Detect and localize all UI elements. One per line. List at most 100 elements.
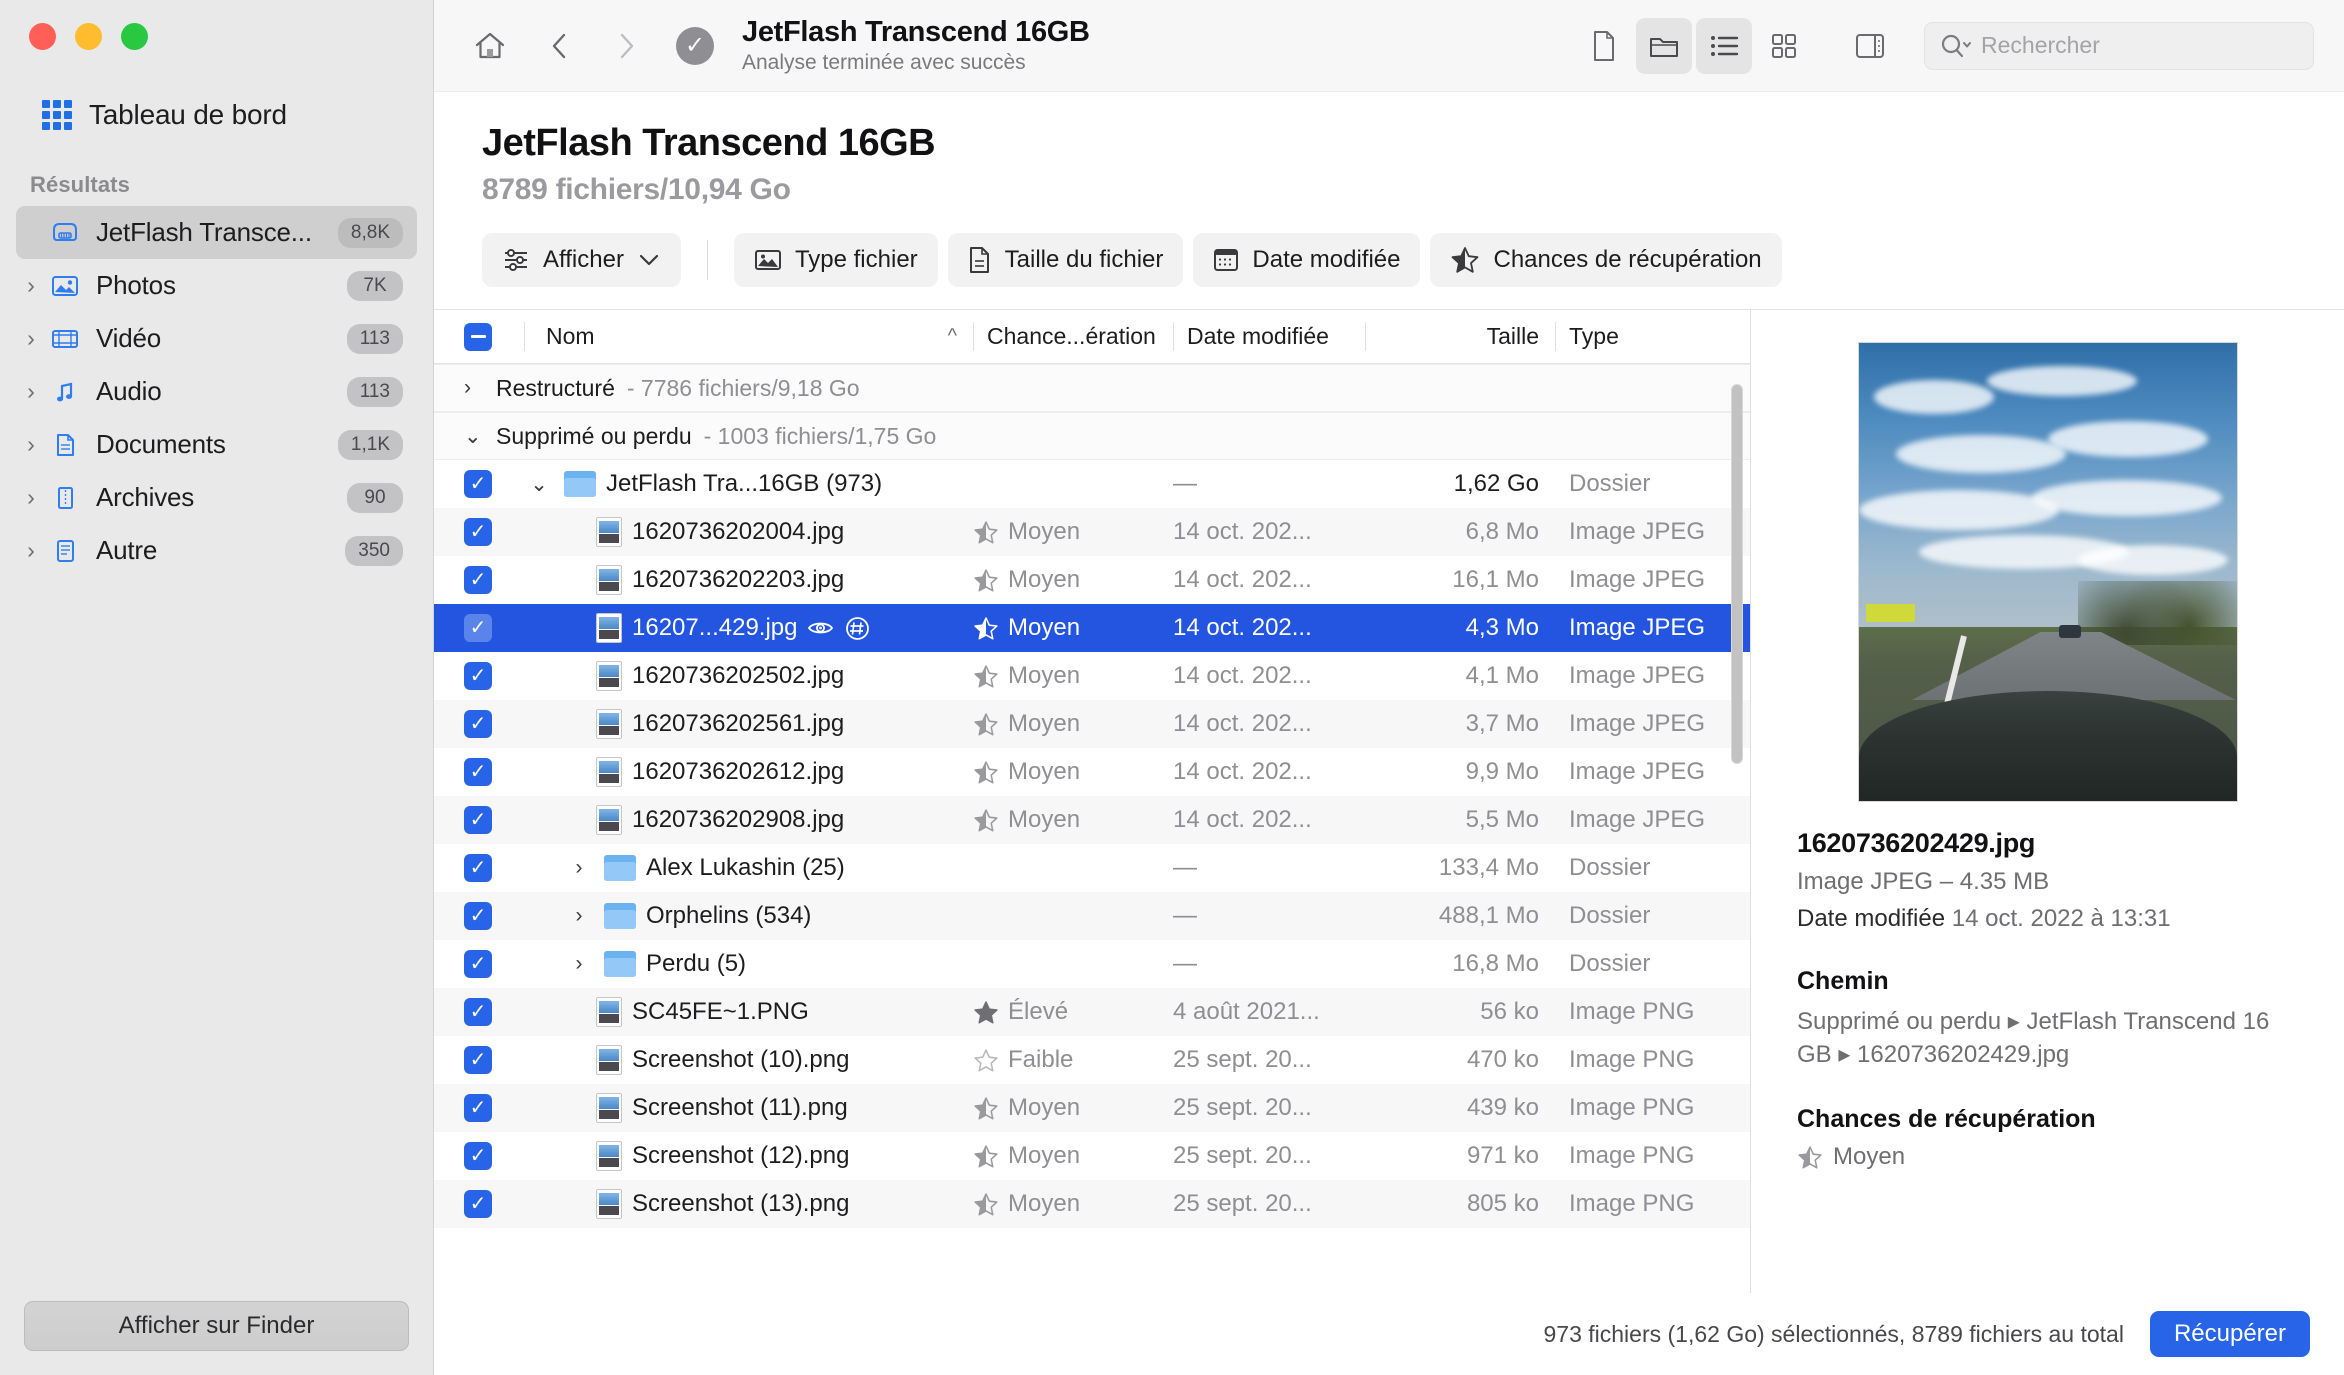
chevron-down-icon[interactable]: ⌄: [464, 424, 484, 449]
table-row[interactable]: ✓ › Perdu (5) — 16,8 Mo Dossier: [434, 940, 1750, 988]
chevron-right-icon[interactable]: ›: [16, 539, 46, 562]
chevron-right-icon[interactable]: ›: [16, 486, 46, 509]
close-window-button[interactable]: [29, 22, 56, 50]
column-header-type[interactable]: Type: [1555, 310, 1750, 363]
chevron-right-icon[interactable]: ›: [16, 380, 46, 403]
chevron-left-icon[interactable]: [532, 18, 588, 74]
table-row[interactable]: ✓ 1620736202502.jpg Moyen 14 oct. 202...…: [434, 652, 1750, 700]
table-row[interactable]: ✓ Screenshot (10).png Faible 25 sept. 20…: [434, 1036, 1750, 1084]
file-name: Screenshot (11).png: [632, 1094, 848, 1121]
row-checkbox[interactable]: ✓: [452, 748, 524, 796]
row-checkbox[interactable]: ✓: [452, 940, 524, 988]
eye-icon[interactable]: [807, 615, 834, 642]
table-row[interactable]: ✓ Screenshot (12).png Moyen 25 sept. 20.…: [434, 1132, 1750, 1180]
show-in-finder-button[interactable]: Afficher sur Finder: [24, 1301, 409, 1351]
chance-label: Moyen: [1008, 806, 1081, 833]
sidebar-item-documents[interactable]: › Documents 1,1K: [16, 418, 417, 471]
chance-label: Moyen: [1008, 710, 1081, 737]
file-name: JetFlash Tra...16GB (973): [606, 470, 883, 497]
sidebar-item-archives[interactable]: › Archives 90: [16, 471, 417, 524]
table-row[interactable]: ✓ ⌄ JetFlash Tra...16GB (973) — 1,62 Go …: [434, 460, 1750, 508]
chevron-right-icon[interactable]: ›: [564, 856, 594, 880]
row-type-cell: Image JPEG: [1569, 806, 1706, 833]
table-row[interactable]: ✓ 1620736202004.jpg Moyen 14 oct. 202...…: [434, 508, 1750, 556]
filter-date-modifiee-button[interactable]: Date modifiée: [1193, 233, 1421, 287]
row-checkbox[interactable]: ✓: [452, 988, 524, 1036]
chance-label: Moyen: [1008, 662, 1081, 689]
table-row[interactable]: ✓ 1620736202612.jpg Moyen 14 oct. 202...…: [434, 748, 1750, 796]
chevron-right-icon[interactable]: ›: [564, 952, 594, 976]
row-checkbox[interactable]: ✓: [452, 1084, 524, 1132]
row-checkbox[interactable]: ✓: [452, 700, 524, 748]
toolbar-title-block: JetFlash Transcend 16GB Analyse terminée…: [742, 16, 1090, 75]
row-checkbox[interactable]: ✓: [452, 556, 524, 604]
row-size-cell: 133,4 Mo: [1438, 854, 1539, 881]
column-header-date[interactable]: Date modifiée: [1173, 310, 1365, 363]
folder-view-icon[interactable]: [1636, 17, 1692, 74]
sidebar-item-dashboard[interactable]: Tableau de bord: [0, 84, 433, 146]
column-header-nom[interactable]: Nom ^: [524, 310, 973, 363]
home-icon[interactable]: [462, 18, 518, 74]
row-checkbox[interactable]: ✓: [452, 604, 524, 652]
chevron-right-icon[interactable]: ›: [16, 274, 46, 297]
sidebar-item-audio[interactable]: › Audio 113: [16, 365, 417, 418]
table-row-selected[interactable]: ✓ 16207...429.jpg Moyen 14 oct. 202... 4…: [434, 604, 1750, 652]
star-half-icon: [973, 1192, 999, 1217]
table-row[interactable]: ✓ 1620736202908.jpg Moyen 14 oct. 202...…: [434, 796, 1750, 844]
group-row-restructure[interactable]: › Restructuré - 7786 fichiers/9,18 Go: [434, 364, 1750, 412]
column-header-taille[interactable]: Taille: [1365, 310, 1555, 363]
chance-label: Moyen: [1008, 614, 1081, 641]
row-checkbox[interactable]: ✓: [452, 508, 524, 556]
filter-taille-fichier-button[interactable]: Taille du fichier: [947, 233, 1184, 287]
chevron-down-icon[interactable]: ⌄: [524, 472, 554, 497]
recover-button[interactable]: Récupérer: [2149, 1311, 2310, 1357]
row-checkbox[interactable]: ✓: [452, 844, 524, 892]
row-checkbox[interactable]: ✓: [452, 1036, 524, 1084]
chevron-right-icon[interactable]: ›: [564, 904, 594, 928]
table-row[interactable]: ✓ › Orphelins (534) — 488,1 Mo Dossier: [434, 892, 1750, 940]
row-chance-cell: Élevé: [973, 988, 1173, 1036]
sidebar-item-jetflash[interactable]: JetFlash Transce... 8,8K: [16, 206, 417, 259]
zoom-window-button[interactable]: [121, 22, 148, 50]
table-row[interactable]: ✓ SC45FE~1.PNG Élevé 4 août 2021... 56 k…: [434, 988, 1750, 1036]
row-checkbox[interactable]: ✓: [452, 796, 524, 844]
chevron-right-icon[interactable]: ›: [16, 327, 46, 350]
checkbox-checked-icon: ✓: [464, 1142, 492, 1170]
grid-view-icon[interactable]: [1756, 18, 1812, 74]
row-checkbox[interactable]: ✓: [452, 892, 524, 940]
file-name: Screenshot (10).png: [632, 1046, 850, 1073]
select-all-checkbox[interactable]: [452, 310, 524, 363]
chevron-right-icon[interactable]: ›: [464, 376, 484, 400]
list-view-icon[interactable]: [1696, 17, 1752, 74]
file-view-icon[interactable]: [1576, 18, 1632, 74]
filter-type-fichier-button[interactable]: Type fichier: [733, 233, 938, 287]
chevron-right-icon[interactable]: ›: [16, 433, 46, 456]
sidebar-item-autre[interactable]: › Autre 350: [16, 524, 417, 577]
row-checkbox[interactable]: ✓: [452, 1180, 524, 1228]
sidebar-toggle-icon[interactable]: [1842, 18, 1898, 74]
row-type-cell: Image JPEG: [1569, 758, 1706, 785]
minimize-window-button[interactable]: [75, 22, 102, 50]
table-row[interactable]: ✓ 1620736202561.jpg Moyen 14 oct. 202...…: [434, 700, 1750, 748]
filter-afficher-button[interactable]: Afficher: [482, 233, 681, 287]
scrollbar-thumb[interactable]: [1731, 384, 1743, 764]
search-input[interactable]: Rechercher: [1924, 21, 2314, 70]
hash-icon[interactable]: [844, 615, 871, 642]
filter-chances-recuperation-button[interactable]: Chances de récupération: [1430, 233, 1782, 287]
table-header: Nom ^ Chance...ération Date modifiée Tai…: [434, 310, 1750, 364]
table-row[interactable]: ✓ Screenshot (11).png Moyen 25 sept. 20.…: [434, 1084, 1750, 1132]
row-checkbox[interactable]: ✓: [452, 652, 524, 700]
table-body[interactable]: › Restructuré - 7786 fichiers/9,18 Go ⌄ …: [434, 364, 1750, 1293]
sidebar-item-photos[interactable]: › Photos 7K: [16, 259, 417, 312]
table-row[interactable]: ✓ Screenshot (13).png Moyen 25 sept. 20.…: [434, 1180, 1750, 1228]
sidebar-item-video[interactable]: › Vidéo 113: [16, 312, 417, 365]
row-checkbox[interactable]: ✓: [452, 1132, 524, 1180]
row-checkbox[interactable]: ✓: [452, 460, 524, 508]
table-row[interactable]: ✓ 1620736202203.jpg Moyen 14 oct. 202...…: [434, 556, 1750, 604]
file-name: 1620736202502.jpg: [632, 662, 845, 689]
vertical-scrollbar[interactable]: [1729, 374, 1745, 1283]
table-row[interactable]: ✓ › Alex Lukashin (25) — 133,4 Mo Dossie…: [434, 844, 1750, 892]
column-header-chance[interactable]: Chance...ération: [973, 310, 1173, 363]
chevron-right-icon[interactable]: [598, 18, 654, 74]
group-row-supprime-ou-perdu[interactable]: ⌄ Supprimé ou perdu - 1003 fichiers/1,75…: [434, 412, 1750, 460]
